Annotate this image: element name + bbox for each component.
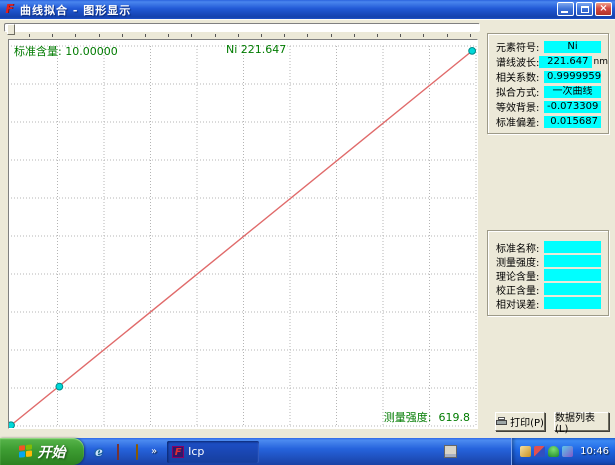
icp-app-icon: F — [172, 446, 184, 458]
data-list-button-label: 数据列表(L) — [555, 409, 608, 435]
field-row-measured-intensity: 测量强度: — [488, 254, 608, 268]
measured-intensity-value — [544, 255, 601, 267]
results-panel: 元素符号: Ni 谱线波长: 221.647 nm 相关系数: 0.999995… — [485, 22, 612, 437]
field-label: 标准偏差: — [496, 114, 544, 129]
field-row-std-deviation: 标准偏差: 0.015687 — [488, 114, 608, 129]
chart-plot-area[interactable] — [9, 40, 477, 428]
zoom-trackbar[interactable] — [3, 22, 481, 38]
restore-icon — [581, 6, 589, 13]
taskbar-clock[interactable]: 10:46 — [580, 446, 609, 457]
field-row-standard-name: 标准名称: — [488, 240, 608, 254]
security-shield-icon[interactable] — [130, 445, 144, 459]
corrected-content-value — [544, 283, 601, 295]
field-label: 拟合方式: — [496, 84, 544, 99]
measured-intensity-label: 测量强度: 619.8 — [384, 409, 470, 425]
field-label: 谱线波长: — [496, 54, 539, 69]
field-label: 校正含量: — [496, 282, 544, 297]
field-label: 相关系数: — [496, 69, 544, 84]
minimize-button[interactable] — [557, 2, 574, 16]
system-tray: 10:46 — [511, 438, 615, 465]
start-button-label: 开始 — [38, 442, 66, 462]
data-list-button[interactable]: 数据列表(L) — [554, 412, 609, 431]
internet-explorer-icon[interactable]: e — [92, 445, 106, 459]
field-row-relative-error: 相对误差: — [488, 296, 608, 310]
fit-mode-value: 一次曲线 — [544, 86, 601, 98]
field-label: 等效背景: — [496, 99, 544, 114]
tray-icon-2[interactable] — [534, 446, 545, 457]
client-area: 标准含量: 10.00000 Ni 221.647 测量强度: 619.8 元素… — [0, 19, 615, 438]
taskbar-item-label: Icp — [188, 445, 204, 458]
print-button[interactable]: 打印(P) — [495, 412, 545, 431]
field-row-background: 等效背景: -0.073309 — [488, 99, 608, 114]
field-row-element-symbol: 元素符号: Ni — [488, 39, 608, 54]
wavelength-unit: nm — [594, 57, 608, 67]
windows-flag-icon — [19, 444, 33, 458]
field-row-wavelength: 谱线波长: 221.647 nm — [488, 54, 608, 69]
taskbar: 开始 e » F Icp 10:46 — [0, 438, 615, 465]
title-bar: F 曲线拟合 - 图形显示 × — [0, 0, 615, 19]
language-bar-icon[interactable] — [444, 445, 457, 458]
fit-line — [11, 51, 472, 425]
std-deviation-value: 0.015687 — [544, 116, 601, 128]
field-label: 相对误差: — [496, 296, 544, 311]
printer-icon — [496, 417, 507, 426]
background-value: -0.073309 — [544, 101, 601, 113]
print-button-label: 打印(P) — [510, 414, 544, 429]
calibration-chart[interactable]: 标准含量: 10.00000 Ni 221.647 测量强度: 619.8 — [8, 39, 478, 429]
standard-name-value — [544, 241, 601, 253]
minimize-icon — [561, 11, 568, 13]
field-row-correlation: 相关系数: 0.99999594 — [488, 69, 608, 84]
tray-icon-4[interactable] — [562, 446, 573, 457]
app-icon: F — [3, 3, 16, 16]
field-label: 标准名称: — [496, 240, 544, 255]
tray-icon-3[interactable] — [548, 446, 559, 457]
taskbar-item-icp[interactable]: F Icp — [167, 441, 259, 463]
calibration-point-3[interactable] — [469, 47, 476, 54]
field-row-corrected-content: 校正含量: — [488, 282, 608, 296]
close-button[interactable]: × — [595, 2, 612, 16]
wavelength-value: 221.647 — [539, 56, 591, 68]
element-line-label: Ni 221.647 — [226, 43, 286, 56]
field-label: 理论含量: — [496, 268, 544, 283]
window-title: 曲线拟合 - 图形显示 — [20, 2, 131, 18]
standard-content-label: 标准含量: 10.00000 — [14, 43, 118, 59]
field-label: 元素符号: — [496, 39, 544, 54]
relative-error-value — [544, 297, 601, 309]
close-icon: × — [599, 3, 607, 14]
field-row-fit-mode: 拟合方式: 一次曲线 — [488, 84, 608, 99]
calibration-point-2[interactable] — [56, 383, 63, 390]
restore-button[interactable] — [576, 2, 593, 16]
element-symbol-value: Ni — [544, 41, 601, 53]
trackbar-ticks — [3, 34, 481, 38]
mail-icon[interactable] — [111, 445, 125, 459]
calibration-point-1[interactable] — [9, 422, 14, 428]
screen: { "window": { "title": "曲线拟合 - 图形显示", "a… — [0, 0, 615, 465]
quick-launch-bar: e » — [92, 445, 157, 459]
theoretical-content-value — [544, 269, 601, 281]
field-label: 测量强度: — [496, 254, 544, 269]
fit-stats-groupbox: 元素符号: Ni 谱线波长: 221.647 nm 相关系数: 0.999995… — [487, 33, 609, 134]
start-button[interactable]: 开始 — [0, 438, 84, 465]
quick-launch-chevron-icon[interactable]: » — [151, 446, 157, 457]
tray-icon-1[interactable] — [520, 446, 531, 457]
correlation-value: 0.99999594 — [544, 71, 601, 83]
field-row-theoretical-content: 理论含量: — [488, 268, 608, 282]
trackbar-channel[interactable] — [4, 23, 480, 32]
sample-groupbox: 标准名称: 测量强度: 理论含量: 校正含量: 相对误差: — [487, 230, 609, 316]
